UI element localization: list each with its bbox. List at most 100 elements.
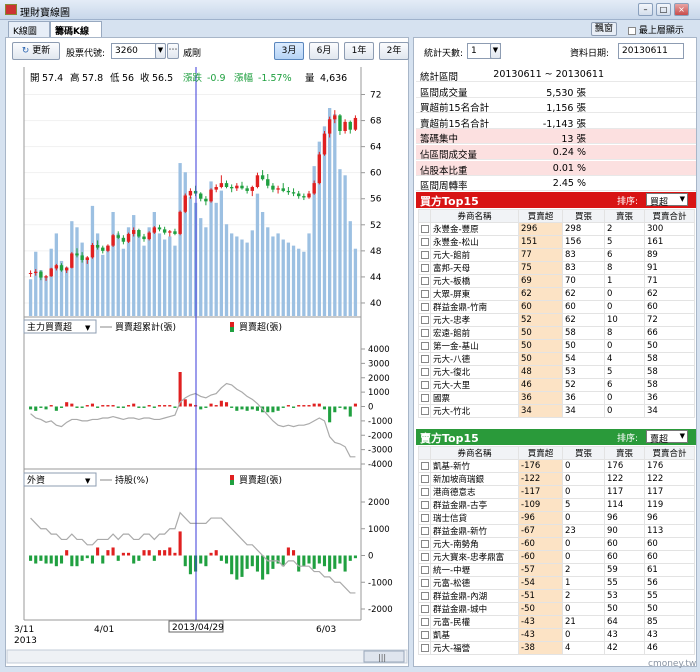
table-row[interactable]: 元大-忠孝 52 62 10 72 bbox=[418, 313, 695, 327]
table-row[interactable]: 群益金鼎-城中 -50 0 50 50 bbox=[418, 602, 695, 616]
column-header[interactable]: 買張 bbox=[562, 446, 605, 460]
checkbox-icon[interactable] bbox=[421, 604, 429, 613]
row-checkbox[interactable] bbox=[418, 391, 431, 405]
row-checkbox[interactable] bbox=[418, 576, 431, 590]
checkbox-icon[interactable] bbox=[421, 565, 429, 574]
checkbox-icon[interactable] bbox=[421, 539, 429, 548]
date-input[interactable]: 20130611 bbox=[618, 43, 684, 59]
row-checkbox[interactable] bbox=[418, 313, 431, 327]
column-header[interactable]: 券商名稱 bbox=[430, 209, 519, 223]
checkbox-icon[interactable] bbox=[421, 380, 429, 389]
checkbox-icon[interactable] bbox=[421, 328, 429, 337]
stock-search-button[interactable]: ⋯ bbox=[167, 43, 179, 59]
table-row[interactable]: 元大-福營 -38 4 42 46 bbox=[418, 641, 695, 655]
refresh-button[interactable]: ↻ 更新 bbox=[12, 42, 60, 60]
range-3m-button[interactable]: 3月 bbox=[274, 42, 304, 60]
row-checkbox[interactable] bbox=[418, 615, 431, 629]
row-checkbox[interactable] bbox=[418, 274, 431, 288]
checkbox-icon[interactable] bbox=[421, 315, 429, 324]
column-header[interactable]: 買賣合計 bbox=[644, 446, 695, 460]
horizontal-scrollbar[interactable] bbox=[6, 649, 408, 664]
checkbox-icon[interactable] bbox=[421, 393, 429, 402]
table-row[interactable]: 元大-大里 46 52 6 58 bbox=[418, 378, 695, 392]
always-on-top-checkbox[interactable] bbox=[628, 26, 636, 35]
checkbox-icon[interactable] bbox=[421, 617, 429, 626]
table-row[interactable]: 群益金鼎-新竹 -67 23 90 113 bbox=[418, 524, 695, 538]
stock-code-dropdown[interactable]: ▼ bbox=[155, 43, 166, 59]
table-row[interactable]: 元大-竹北 34 34 0 34 bbox=[418, 404, 695, 418]
checkbox-icon[interactable] bbox=[421, 513, 429, 522]
checkbox-icon[interactable] bbox=[421, 591, 429, 600]
always-on-top-option[interactable]: 最上層顯示 bbox=[628, 23, 684, 36]
table-row[interactable]: 群益金鼎-竹南 60 60 0 60 bbox=[418, 300, 695, 314]
buy-sort-select[interactable]: 買超 ▼ bbox=[646, 193, 688, 208]
checkbox-icon[interactable] bbox=[421, 578, 429, 587]
row-checkbox[interactable] bbox=[418, 300, 431, 314]
row-checkbox[interactable] bbox=[418, 459, 431, 473]
column-header[interactable]: 買張 bbox=[562, 209, 605, 223]
row-checkbox[interactable] bbox=[418, 222, 431, 236]
checkbox-icon[interactable] bbox=[421, 289, 429, 298]
row-checkbox[interactable] bbox=[418, 404, 431, 418]
row-checkbox[interactable] bbox=[418, 602, 431, 616]
checkbox-icon[interactable] bbox=[421, 263, 429, 272]
table-row[interactable]: 元大寶來-忠孝鼎富 -60 0 60 60 bbox=[418, 550, 695, 564]
table-row[interactable]: 元富-松德 -54 1 55 56 bbox=[418, 576, 695, 590]
minimize-button[interactable]: – bbox=[638, 3, 653, 16]
checkbox-icon[interactable] bbox=[421, 341, 429, 350]
table-row[interactable]: 元富-民權 -43 21 64 85 bbox=[418, 615, 695, 629]
row-checkbox[interactable] bbox=[418, 339, 431, 353]
checkbox-icon[interactable] bbox=[421, 552, 429, 561]
row-checkbox[interactable] bbox=[418, 248, 431, 262]
days-dropdown[interactable]: ▼ bbox=[490, 43, 501, 59]
table-row[interactable]: 元大-板橋 69 70 1 71 bbox=[418, 274, 695, 288]
tab-chip-kline[interactable]: 籌碼K線圖 bbox=[50, 21, 102, 50]
row-checkbox[interactable] bbox=[418, 235, 431, 249]
checkbox-icon[interactable] bbox=[421, 367, 429, 376]
checkbox-icon[interactable] bbox=[421, 487, 429, 496]
checkbox-icon[interactable] bbox=[421, 224, 429, 233]
table-row[interactable]: 元大-館前 77 83 6 89 bbox=[418, 248, 695, 262]
row-checkbox[interactable] bbox=[418, 365, 431, 379]
row-checkbox[interactable] bbox=[418, 498, 431, 512]
column-header[interactable]: 買賣超 bbox=[518, 446, 563, 460]
checkbox-icon[interactable] bbox=[421, 354, 429, 363]
row-checkbox[interactable] bbox=[418, 352, 431, 366]
table-row[interactable]: 瑞士信貸 -96 0 96 96 bbox=[418, 511, 695, 525]
tab-kline[interactable]: K線圖 bbox=[8, 21, 50, 37]
table-row[interactable]: 群益金鼎-古亭 -109 5 114 119 bbox=[418, 498, 695, 512]
checkbox-icon[interactable] bbox=[421, 276, 429, 285]
table-row[interactable]: 元大-復北 48 53 5 58 bbox=[418, 365, 695, 379]
checkbox-icon[interactable] bbox=[421, 526, 429, 535]
row-checkbox[interactable] bbox=[418, 589, 431, 603]
row-checkbox[interactable] bbox=[418, 511, 431, 525]
column-header[interactable]: 買賣合計 bbox=[644, 209, 695, 223]
table-row[interactable]: 凱基-新竹 -176 0 176 176 bbox=[418, 459, 695, 473]
row-checkbox[interactable] bbox=[418, 326, 431, 340]
sell-sort-select[interactable]: 賣超 ▼ bbox=[646, 430, 688, 445]
row-checkbox[interactable] bbox=[418, 641, 431, 655]
checkbox-icon[interactable] bbox=[421, 630, 429, 639]
checkbox-icon[interactable] bbox=[421, 406, 429, 415]
table-row[interactable]: 大眾-屏東 62 62 0 62 bbox=[418, 287, 695, 301]
row-checkbox[interactable] bbox=[418, 537, 431, 551]
table-row[interactable]: 統一-中壢 -57 2 59 61 bbox=[418, 563, 695, 577]
range-1y-button[interactable]: 1年 bbox=[344, 42, 374, 60]
table-row[interactable]: 永豐金-松山 151 156 5 161 bbox=[418, 235, 695, 249]
row-checkbox[interactable] bbox=[418, 287, 431, 301]
row-checkbox[interactable] bbox=[418, 378, 431, 392]
table-row[interactable]: 元大-南勢角 -60 0 60 60 bbox=[418, 537, 695, 551]
column-header[interactable]: 券商名稱 bbox=[430, 446, 519, 460]
table-row[interactable]: 永豐金-豐原 296 298 2 300 bbox=[418, 222, 695, 236]
table-row[interactable]: 凱基 -43 0 43 43 bbox=[418, 628, 695, 642]
checkbox-icon[interactable] bbox=[421, 250, 429, 259]
column-header[interactable]: 買賣超 bbox=[518, 209, 563, 223]
row-checkbox[interactable] bbox=[418, 472, 431, 486]
table-row[interactable]: 港商德意志 -117 0 117 117 bbox=[418, 485, 695, 499]
maximize-button[interactable]: □ bbox=[656, 3, 671, 16]
checkbox-icon[interactable] bbox=[421, 461, 429, 470]
table-row[interactable]: 國票 36 36 0 36 bbox=[418, 391, 695, 405]
column-header[interactable]: 賣張 bbox=[604, 446, 645, 460]
row-checkbox[interactable] bbox=[418, 550, 431, 564]
table-row[interactable]: 群益金鼎-內湖 -51 2 53 55 bbox=[418, 589, 695, 603]
